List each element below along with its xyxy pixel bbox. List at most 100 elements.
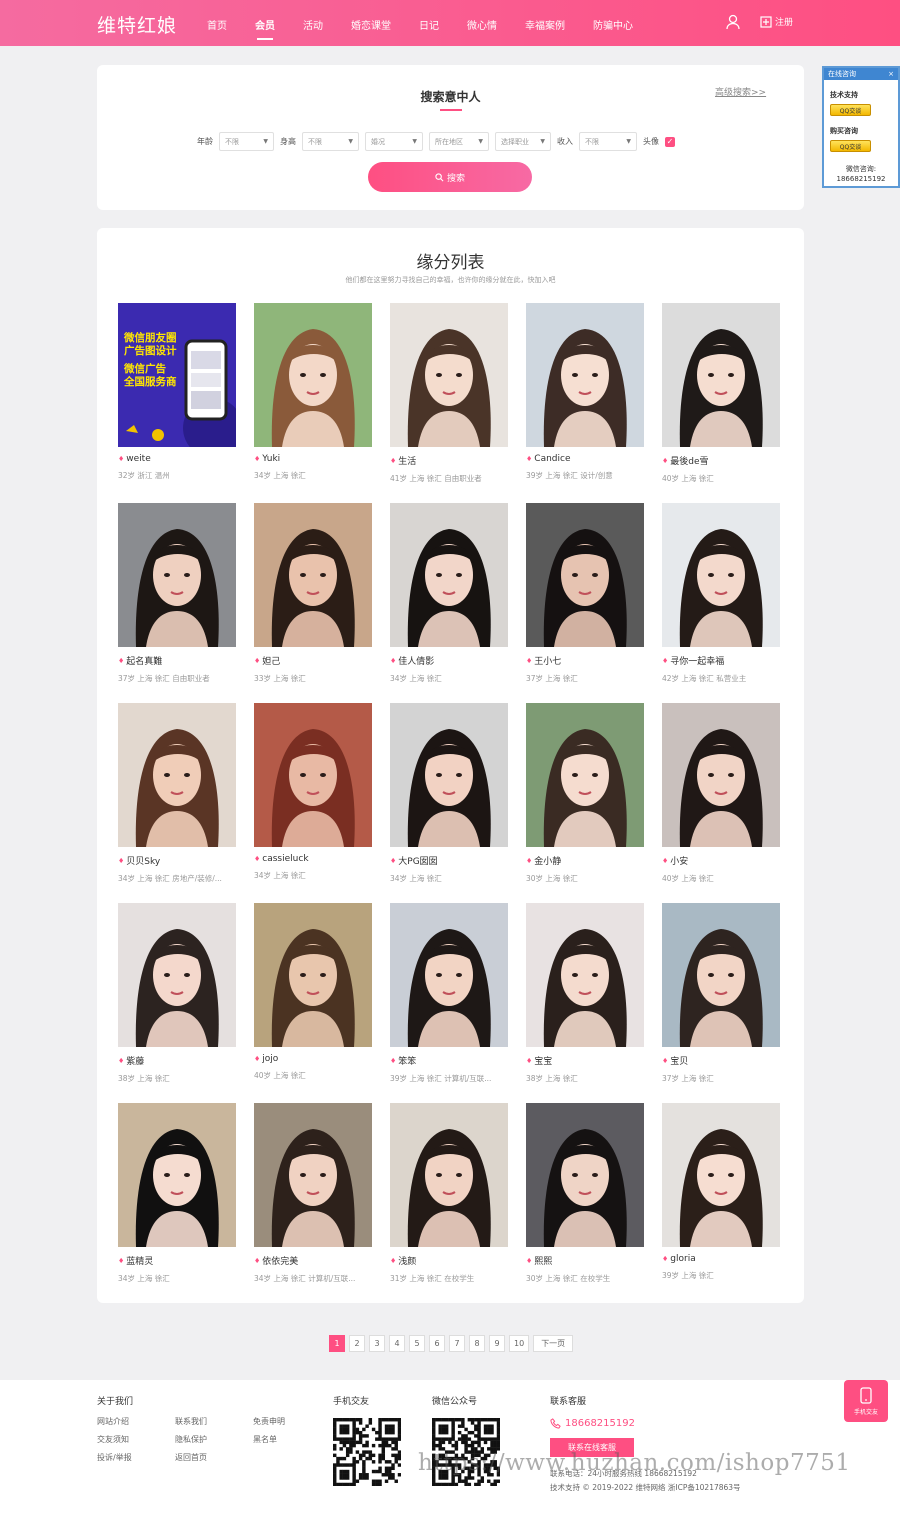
member-photo[interactable]: [390, 303, 508, 447]
member-name[interactable]: ♦ 宝宝: [526, 1054, 644, 1068]
member-card[interactable]: ♦ 笨笨 39岁 上海 徐汇 计算机/互联...: [390, 903, 508, 1084]
member-card[interactable]: ♦ 妲己 33岁 上海 徐汇: [254, 503, 372, 684]
member-name[interactable]: ♦ 起名真難: [118, 654, 236, 668]
member-photo[interactable]: 微信朋友圈 广告图设计 微信广告 全国服务商: [118, 303, 236, 447]
member-photo[interactable]: [118, 703, 236, 847]
page-8[interactable]: 8: [469, 1335, 485, 1352]
member-name[interactable]: ♦ 蓝精灵: [118, 1254, 236, 1268]
member-photo[interactable]: [390, 703, 508, 847]
member-photo[interactable]: [662, 703, 780, 847]
nav-members[interactable]: 会员: [255, 17, 275, 40]
footer-link-disclaimer[interactable]: 免责申明: [253, 1416, 285, 1427]
footer-link-report[interactable]: 投诉/举报: [97, 1452, 132, 1463]
search-button[interactable]: 搜索: [368, 162, 532, 192]
nav-activities[interactable]: 活动: [303, 17, 323, 32]
member-card[interactable]: ♦ gloria 39岁 上海 徐汇: [662, 1103, 780, 1281]
footer-link-blacklist[interactable]: 黑名单: [253, 1434, 277, 1445]
page-7[interactable]: 7: [449, 1335, 465, 1352]
height-select[interactable]: 不限 ▼: [302, 132, 359, 151]
member-name[interactable]: ♦ 生活: [390, 454, 508, 468]
member-photo[interactable]: [390, 903, 508, 1047]
member-name[interactable]: ♦ 最後de雪: [662, 454, 780, 468]
member-photo[interactable]: [662, 503, 780, 647]
member-name[interactable]: ♦ weite: [118, 454, 236, 464]
page-4[interactable]: 4: [389, 1335, 405, 1352]
member-photo[interactable]: [254, 1103, 372, 1247]
member-photo[interactable]: [118, 503, 236, 647]
member-name[interactable]: ♦ 大PG囡囡: [390, 854, 508, 868]
member-card[interactable]: ♦ 小安 40岁 上海 徐汇: [662, 703, 780, 884]
member-card[interactable]: ♦ 最後de雪 40岁 上海 徐汇: [662, 303, 780, 484]
member-name[interactable]: ♦ jojo: [254, 1054, 372, 1064]
member-name[interactable]: ♦ 浅颜: [390, 1254, 508, 1268]
member-card[interactable]: ♦ 宝贝 37岁 上海 徐汇: [662, 903, 780, 1084]
member-photo[interactable]: [118, 903, 236, 1047]
member-photo[interactable]: [390, 1103, 508, 1247]
member-photo[interactable]: [390, 503, 508, 647]
member-name[interactable]: ♦ Candice: [526, 454, 644, 464]
member-card[interactable]: ♦ 紫藤 38岁 上海 徐汇: [118, 903, 236, 1084]
region-select[interactable]: 所在地区 ▼: [429, 132, 489, 151]
member-card[interactable]: ♦ Yuki 34岁 上海 徐汇: [254, 303, 372, 481]
member-photo[interactable]: [254, 703, 372, 847]
nav-mood[interactable]: 微心情: [467, 17, 497, 32]
member-name[interactable]: ♦ 妲己: [254, 654, 372, 668]
member-card[interactable]: ♦ 贝贝Sky 34岁 上海 徐汇 房地产/装修/...: [118, 703, 236, 884]
member-name[interactable]: ♦ 熙熙: [526, 1254, 644, 1268]
member-card[interactable]: ♦ 王小七 37岁 上海 徐汇: [526, 503, 644, 684]
member-name[interactable]: ♦ 寻你一起幸福: [662, 654, 780, 668]
age-select[interactable]: 不限 ▼: [219, 132, 274, 151]
avatar-checkbox[interactable]: ✓: [665, 136, 675, 147]
member-card[interactable]: ♦ cassieluck 34岁 上海 徐汇: [254, 703, 372, 881]
member-photo[interactable]: [526, 1103, 644, 1247]
register-link[interactable]: 注册: [760, 15, 793, 28]
member-card[interactable]: ♦ 浅颜 31岁 上海 徐汇 在校学生: [390, 1103, 508, 1284]
member-card[interactable]: ♦ 寻你一起幸福 42岁 上海 徐汇 私营业主: [662, 503, 780, 684]
member-photo[interactable]: [526, 303, 644, 447]
member-card[interactable]: ♦ Candice 39岁 上海 徐汇 设计/创意: [526, 303, 644, 481]
member-card[interactable]: ♦ 起名真難 37岁 上海 徐汇 自由职业者: [118, 503, 236, 684]
member-card[interactable]: ♦ jojo 40岁 上海 徐汇: [254, 903, 372, 1081]
member-name[interactable]: ♦ 宝贝: [662, 1054, 780, 1068]
site-logo[interactable]: 维特红娘: [97, 11, 177, 38]
member-photo[interactable]: [662, 1103, 780, 1247]
nav-course[interactable]: 婚恋课堂: [351, 17, 391, 32]
member-card[interactable]: 微信朋友圈 广告图设计 微信广告 全国服务商 ♦ weite 32岁 浙江 温州: [118, 303, 236, 481]
member-name[interactable]: ♦ 紫藤: [118, 1054, 236, 1068]
member-card[interactable]: ♦ 依依完美 34岁 上海 徐汇 计算机/互联...: [254, 1103, 372, 1284]
nav-cases[interactable]: 幸福案例: [525, 17, 565, 32]
user-icon[interactable]: [726, 14, 740, 33]
member-name[interactable]: ♦ 笨笨: [390, 1054, 508, 1068]
page-5[interactable]: 5: [409, 1335, 425, 1352]
qq-chat-button-tech[interactable]: QQ交谈: [830, 104, 871, 116]
member-photo[interactable]: [254, 903, 372, 1047]
advanced-search-link[interactable]: 高级搜索>>: [715, 85, 766, 98]
member-name[interactable]: ♦ gloria: [662, 1254, 780, 1264]
member-photo[interactable]: [118, 1103, 236, 1247]
member-name[interactable]: ♦ 小安: [662, 854, 780, 868]
qq-chat-button-buy[interactable]: QQ交谈: [830, 140, 871, 152]
member-name[interactable]: ♦ 金小静: [526, 854, 644, 868]
close-icon[interactable]: ×: [888, 70, 894, 78]
page-10[interactable]: 10: [509, 1335, 530, 1352]
member-name[interactable]: ♦ cassieluck: [254, 854, 372, 864]
page-9[interactable]: 9: [489, 1335, 505, 1352]
member-photo[interactable]: [526, 703, 644, 847]
income-select[interactable]: 不限 ▼: [579, 132, 637, 151]
footer-link-privacy[interactable]: 隐私保护: [175, 1434, 207, 1445]
next-page[interactable]: 下一页: [533, 1335, 574, 1352]
member-photo[interactable]: [526, 903, 644, 1047]
footer-link-home[interactable]: 返回首页: [175, 1452, 207, 1463]
mobile-dating-button[interactable]: 手机交友: [844, 1380, 888, 1422]
member-card[interactable]: ♦ 宝宝 38岁 上海 徐汇: [526, 903, 644, 1084]
member-photo[interactable]: [254, 503, 372, 647]
nav-home[interactable]: 首页: [207, 17, 227, 32]
footer-link-notice[interactable]: 交友须知: [97, 1434, 129, 1445]
nav-antifraud[interactable]: 防骗中心: [593, 17, 633, 32]
member-name[interactable]: ♦ 佳人倩影: [390, 654, 508, 668]
member-photo[interactable]: [662, 303, 780, 447]
page-6[interactable]: 6: [429, 1335, 445, 1352]
marital-select[interactable]: 婚况 ▼: [365, 132, 423, 151]
footer-link-intro[interactable]: 网站介绍: [97, 1416, 129, 1427]
page-1[interactable]: 1: [329, 1335, 345, 1352]
